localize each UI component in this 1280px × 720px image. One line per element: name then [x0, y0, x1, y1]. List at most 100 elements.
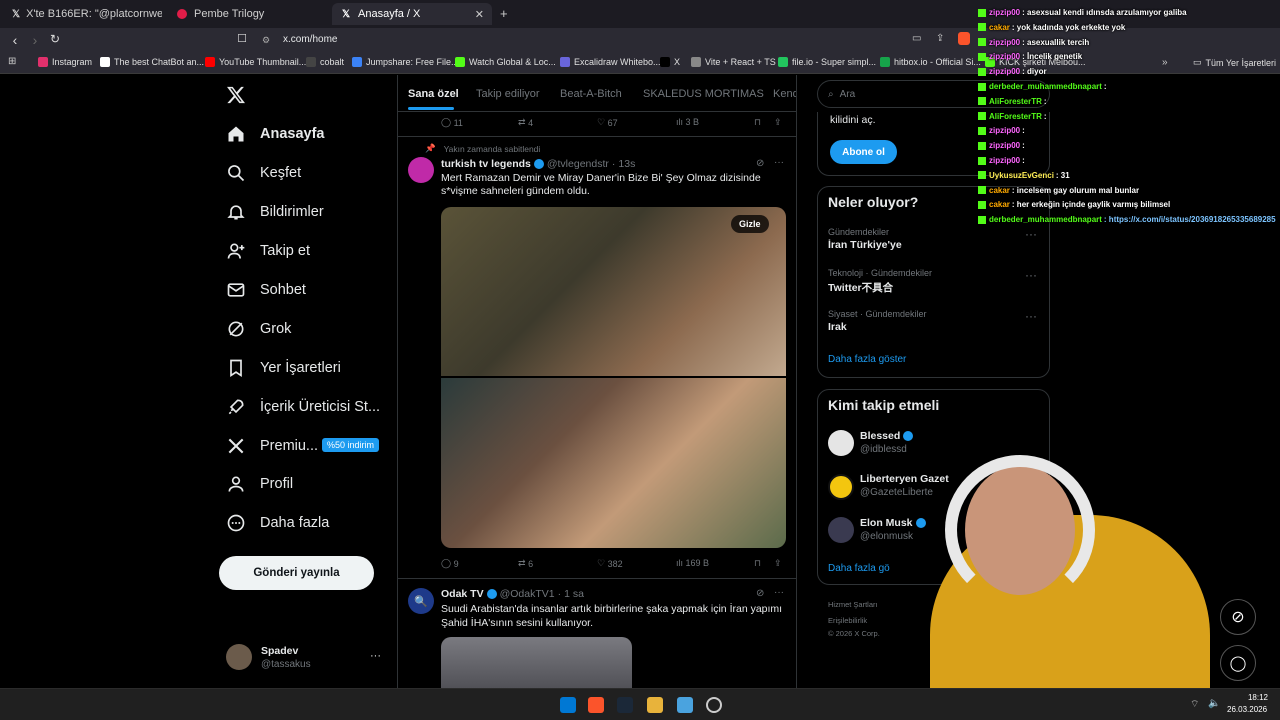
footer-link[interactable]: Erişilebilirlik [828, 616, 867, 625]
tab-list[interactable]: SKALEDUS MORTIMAS [643, 88, 764, 100]
browser-tab-active[interactable]: 𝕏 Anasayfa / X ✕ [332, 3, 492, 25]
tweet-media[interactable] [441, 637, 632, 688]
chat-username[interactable]: cakar [989, 186, 1010, 195]
brave-icon[interactable] [588, 697, 604, 713]
bookmark-item[interactable]: YouTube Thumbnail... [205, 57, 306, 67]
bookmark-item[interactable]: Vite + React + TS [691, 57, 776, 67]
avatar[interactable] [828, 430, 854, 456]
sidebar-item-keşfet[interactable]: Keşfet [226, 163, 301, 183]
chat-username[interactable]: zipzip00 [989, 38, 1020, 47]
browser-tab[interactable]: Pembe Trilogy [168, 3, 328, 25]
author-name[interactable]: turkish tv legends [441, 158, 531, 170]
x-logo-icon[interactable] [226, 85, 246, 110]
avatar[interactable] [828, 517, 854, 543]
tab-list[interactable]: Kend [773, 88, 796, 100]
browser-tab[interactable]: 𝕏 X'te B166ER: "@platcornweb 15 yıl d [4, 3, 162, 25]
reply-stat[interactable]: ◯ 11 [441, 117, 463, 128]
bookmark-item[interactable]: X [660, 57, 680, 67]
more-icon[interactable]: ··· [774, 587, 784, 598]
share-icon[interactable]: ⇪ [936, 33, 944, 44]
author-handle[interactable]: @tvlegendstr [547, 158, 609, 170]
grok-icon[interactable]: ⊘ [756, 158, 764, 169]
chat-username[interactable]: cakar [989, 23, 1010, 32]
sidebar-item-premiu[interactable]: Premiu... [226, 436, 318, 456]
bookmark-item[interactable]: cobalt [306, 57, 344, 67]
chat-username[interactable]: zipzip00 [989, 141, 1020, 150]
like-stat[interactable]: ♡ 67 [597, 117, 618, 128]
tweet-time[interactable]: 1 sa [564, 588, 584, 600]
subscribe-button[interactable]: Abone ol [830, 140, 897, 164]
author-handle[interactable]: @OdakTV1 [500, 588, 555, 600]
chat-username[interactable]: derbeder_muhammedbnapart [989, 82, 1102, 91]
chat-username[interactable]: cakar [989, 200, 1010, 209]
url-field[interactable]: x.com/home [283, 34, 337, 45]
bookmark-item[interactable]: hitbox.io - Official Si... [880, 57, 981, 67]
sidebar-item-sohbet[interactable]: Sohbet [226, 280, 306, 300]
clock-time[interactable]: 18:12 [1240, 693, 1268, 702]
sidebar-item-daha-fazla[interactable]: Daha fazla [226, 513, 329, 533]
tab-list[interactable]: Beat-A-Bitch [560, 88, 622, 100]
repost-stat[interactable]: ⇄ 4 [518, 117, 533, 128]
tweet-time[interactable]: 13s [618, 158, 635, 170]
bookmark-item[interactable]: Excalidraw Whitebo... [560, 57, 661, 67]
tab-following[interactable]: Takip ediliyor [476, 88, 540, 100]
sidebar-item-i-çerik-üreticisi-st[interactable]: İçerik Üreticisi St... [226, 397, 380, 417]
trend-name[interactable]: Irak [828, 321, 847, 333]
chat-username[interactable]: zipzip00 [989, 156, 1020, 165]
repost-stat[interactable]: ⇄ 6 [518, 558, 533, 569]
account-more-icon[interactable]: ··· [370, 650, 381, 662]
chat-username[interactable]: derbeder_muhammedbnapart [989, 215, 1102, 224]
apps-grid-icon[interactable]: ⊞ [8, 56, 16, 67]
sidebar-item-takip-et[interactable]: Takip et [226, 241, 310, 261]
hide-media-button[interactable]: Gizle [731, 215, 769, 233]
chat-bubble-icon[interactable]: ◯ [1220, 645, 1256, 681]
sidebar-item-bildirimler[interactable]: Bildirimler [226, 202, 324, 222]
chat-username[interactable]: AliForesterTR [989, 97, 1042, 106]
site-info-icon[interactable]: ⚙ [262, 35, 270, 46]
sidebar-item-anasayfa[interactable]: Anasayfa [226, 124, 324, 144]
obs-icon[interactable] [706, 697, 722, 713]
volume-icon[interactable]: 🔈 [1208, 698, 1220, 709]
grok-icon[interactable]: ⊘ [1220, 599, 1256, 635]
trend-more-icon[interactable]: ··· [1025, 309, 1037, 323]
grok-icon[interactable]: ⊘ [756, 588, 764, 599]
reply-stat[interactable]: ◯ 9 [441, 558, 459, 569]
like-stat[interactable]: ♡ 382 [597, 558, 623, 569]
sidebar-item-profil[interactable]: Profil [226, 474, 293, 494]
show-more-link[interactable]: Daha fazla göster [828, 354, 906, 365]
wifi-icon[interactable]: ⌔ [1190, 698, 1199, 711]
chat-username[interactable]: UykusuzEvGenci [989, 171, 1054, 180]
avatar[interactable] [828, 474, 854, 500]
views-stat[interactable]: ılı 3 B [676, 117, 699, 127]
windows-start-icon[interactable] [560, 697, 576, 713]
chat-username[interactable]: zipzip00 [989, 126, 1020, 135]
cast-icon[interactable]: ▭ [912, 33, 921, 44]
sidebar-item-yer-i-şaretleri[interactable]: Yer İşaretleri [226, 358, 341, 378]
trend-more-icon[interactable]: ··· [1025, 227, 1037, 241]
bookmark-item[interactable]: file.io - Super simpl... [778, 57, 876, 67]
folder-icon[interactable] [647, 697, 663, 713]
close-icon[interactable]: ✕ [475, 8, 484, 21]
avatar[interactable] [408, 157, 434, 183]
views-stat[interactable]: ılı 169 B [676, 558, 709, 568]
app-icon[interactable] [677, 697, 693, 713]
share-icon[interactable]: ⇪ [774, 558, 782, 569]
bookmark-item[interactable]: Jumpshare: Free File... [352, 57, 459, 67]
tab-for-you[interactable]: Sana özel [408, 88, 459, 100]
bookmark-item[interactable]: The best ChatBot an... [100, 57, 204, 67]
trend-more-icon[interactable]: ··· [1025, 268, 1037, 282]
avatar[interactable]: 🔍 [408, 588, 434, 614]
bookmark-icon[interactable]: ⊓ [754, 117, 761, 128]
all-bookmarks-folder[interactable]: ▭ Tüm Yer İşaretleri [1193, 57, 1276, 68]
back-icon[interactable]: ‹ [7, 32, 23, 48]
brave-shield-icon[interactable] [958, 32, 970, 45]
tweet-media[interactable]: Gizle [441, 207, 786, 548]
chat-username[interactable]: zipzip00 [989, 67, 1020, 76]
steam-icon[interactable] [617, 697, 633, 713]
trend-name[interactable]: Twitter不具合 [828, 280, 893, 295]
post-button[interactable]: Gönderi yayınla [219, 556, 374, 590]
new-tab-icon[interactable]: + [500, 6, 508, 21]
reload-icon[interactable]: ↻ [47, 32, 63, 46]
trend-name[interactable]: İran Türkiye'ye [828, 239, 902, 251]
author-name[interactable]: Odak TV [441, 588, 484, 600]
